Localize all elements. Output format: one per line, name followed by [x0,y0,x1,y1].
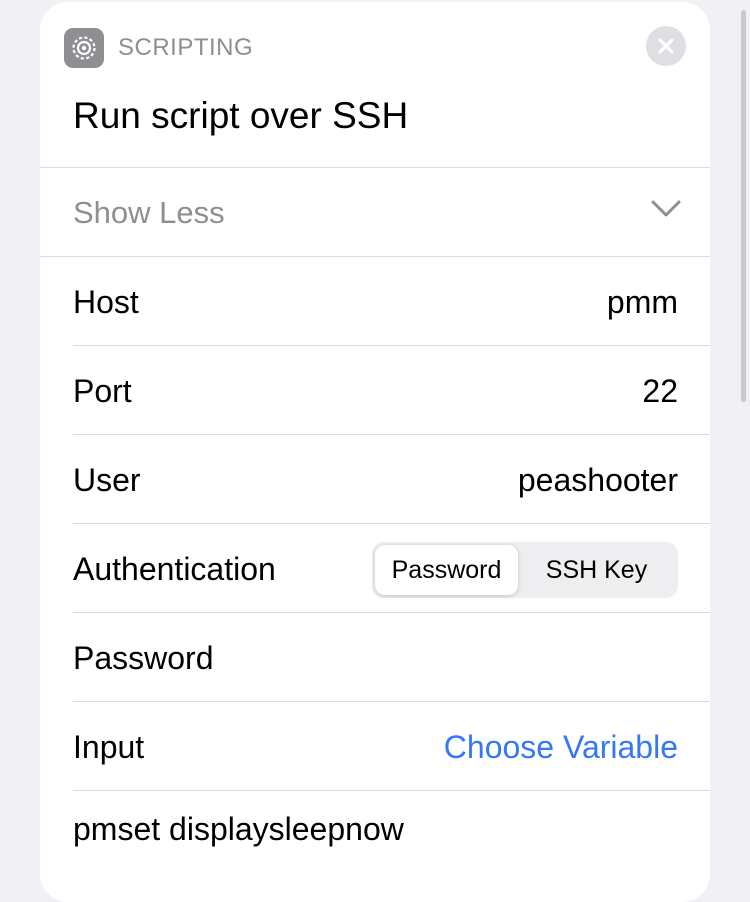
port-row[interactable]: Port 22 [73,346,710,435]
segment-password[interactable]: Password [375,545,518,595]
user-value[interactable]: peashooter [518,461,678,499]
authentication-label: Authentication [73,551,276,587]
scrollbar[interactable] [741,10,746,402]
show-less-toggle[interactable]: Show Less [40,168,710,257]
show-less-label: Show Less [73,195,225,230]
password-row[interactable]: Password [73,613,710,702]
action-title: Run script over SSH [73,95,409,136]
action-card: SCRIPTING Run script over SSH Show Less … [40,2,710,902]
authentication-row: Authentication Password SSH Key [73,524,710,613]
close-button[interactable] [646,26,686,66]
choose-variable-button[interactable]: Choose Variable [444,728,678,766]
chevron-down-icon [651,200,681,217]
action-category: SCRIPTING [118,34,254,61]
password-label: Password [73,640,214,676]
host-label: Host [73,284,139,320]
port-value[interactable]: 22 [642,372,678,410]
segment-ssh-key[interactable]: SSH Key [518,545,675,595]
user-label: User [73,462,141,498]
user-row[interactable]: User peashooter [73,435,710,524]
authentication-segmented-control[interactable]: Password SSH Key [372,542,678,598]
host-value[interactable]: pmm [607,283,678,321]
action-header: SCRIPTING Run script over SSH [40,2,710,168]
input-label: Input [73,729,145,765]
gear-icon [64,28,104,68]
input-row[interactable]: Input Choose Variable [73,702,710,791]
port-label: Port [73,373,132,409]
close-icon [658,38,674,54]
host-row[interactable]: Host pmm [73,257,710,346]
script-editor[interactable]: pmset displaysleepnow [73,810,404,848]
